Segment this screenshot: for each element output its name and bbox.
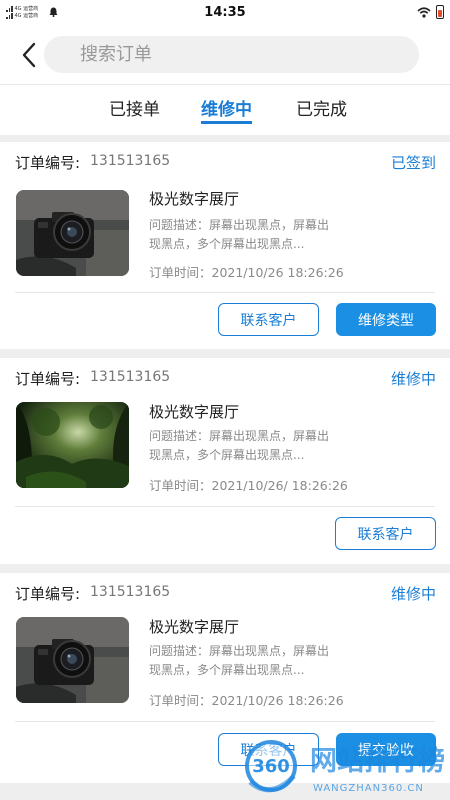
order-time: 订单时间：2021/10/26/ 18:26:26 xyxy=(149,478,348,493)
order-number-label: 订单编号: xyxy=(15,585,81,603)
order-status: 维修中 xyxy=(390,370,436,388)
order-image xyxy=(16,402,129,488)
order-number: 131513165 xyxy=(90,369,171,385)
order-image xyxy=(16,190,129,276)
order-number: 131513165 xyxy=(90,153,171,169)
problem-description: 问题描述：屏幕出现黑点，屏幕出现黑点，多个屏幕出现黑点... xyxy=(149,429,330,462)
order-time: 订单时间：2021/10/26 18:26:26 xyxy=(149,265,344,280)
divider xyxy=(15,506,435,507)
tab-completed[interactable]: 已完成 xyxy=(296,95,347,120)
order-time: 订单时间：2021/10/26 18:26:26 xyxy=(149,693,344,708)
shop-name: 极光数字展厅 xyxy=(149,403,240,421)
battery-icon xyxy=(436,5,444,19)
shop-name: 极光数字展厅 xyxy=(149,618,240,636)
problem-description: 问题描述：屏幕出现黑点，屏幕出现黑点，多个屏幕出现黑点... xyxy=(149,644,330,677)
search-input[interactable] xyxy=(44,36,419,73)
contact-customer-button[interactable]: 联系客户 xyxy=(218,303,319,336)
header xyxy=(0,26,450,84)
status-bar: 4G 运营商 4G 运营商 14:35 xyxy=(0,0,450,26)
back-arrow-icon[interactable] xyxy=(16,40,42,70)
order-number: 131513165 xyxy=(90,584,171,600)
wifi-icon xyxy=(417,6,431,18)
order-status: 维修中 xyxy=(390,585,436,603)
shop-name: 极光数字展厅 xyxy=(149,190,240,208)
contact-customer-button[interactable]: 联系客户 xyxy=(335,517,436,550)
watermark-badge: 360 xyxy=(252,756,290,777)
order-number-label: 订单编号: xyxy=(15,370,81,388)
tab-repairing[interactable]: 维修中 xyxy=(201,95,252,120)
tab-accepted[interactable]: 已接单 xyxy=(109,95,160,120)
order-number-label: 订单编号: xyxy=(15,154,81,172)
status-right xyxy=(417,5,444,19)
clock: 14:35 xyxy=(204,5,246,20)
order-card[interactable]: 订单编号: 131513165 已签到 极光数字展厅 问题描述：屏幕出现黑点，屏… xyxy=(0,142,450,349)
tab-bar: 已接单 维修中 已完成 xyxy=(0,84,450,135)
divider xyxy=(15,721,435,722)
watermark-url: WANGZHAN360.CN xyxy=(313,783,424,794)
divider xyxy=(15,292,435,293)
repair-type-button[interactable]: 维修类型 xyxy=(336,303,436,336)
order-image xyxy=(16,617,129,703)
order-status: 已签到 xyxy=(390,154,436,172)
tab-indicator xyxy=(201,121,252,124)
watermark-title: 网站排行榜 xyxy=(310,745,445,777)
order-card[interactable]: 订单编号: 131513165 维修中 极光数字展厅 问题描述：屏幕出现黑点，屏… xyxy=(0,358,450,564)
watermark-logo: 360 网站排行榜 WANGZHAN360.CN xyxy=(238,738,450,798)
problem-description: 问题描述：屏幕出现黑点，屏幕出现黑点，多个屏幕出现黑点... xyxy=(149,218,330,251)
search-box[interactable] xyxy=(44,36,419,73)
